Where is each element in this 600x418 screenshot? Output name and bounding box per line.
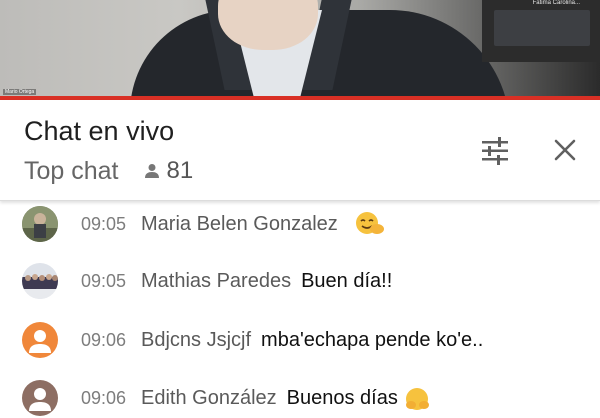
message-time: 09:06 — [81, 387, 127, 408]
chat-mode-selector[interactable]: Top chat — [24, 157, 119, 186]
message-content: Bdjcns Jsjcjf mba'echapa pende ko'e.. — [141, 329, 483, 352]
message-content: Edith González Buenos días — [141, 385, 436, 411]
message-text: Buenos días — [286, 386, 398, 409]
chat-message: 09:05 Maria Belen Gonzalez — [0, 204, 600, 244]
message-author[interactable]: Maria Belen Gonzalez — [141, 213, 338, 236]
message-text: mba'echapa pende ko'e.. — [261, 328, 484, 351]
participant-thumbnail-video — [494, 10, 590, 46]
message-content: Mathias Paredes Buen día!! — [141, 270, 392, 293]
hugging-face-icon — [405, 388, 429, 410]
group-photo-avatar-icon — [22, 263, 58, 299]
message-content: Maria Belen Gonzalez — [141, 211, 386, 237]
viewer-count: 81 — [143, 157, 194, 185]
message-text: Buen día!! — [301, 269, 393, 292]
user-avatar[interactable] — [22, 380, 58, 416]
message-time: 09:05 — [81, 270, 127, 291]
participant-name: Fatima Carolina... — [532, 0, 580, 6]
message-time: 09:05 — [81, 213, 127, 234]
smiling-face-with-hands-icon — [355, 212, 384, 234]
viewer-count-value: 81 — [166, 157, 194, 184]
default-user-avatar-icon — [29, 330, 51, 353]
message-author[interactable]: Bdjcns Jsjcjf — [141, 329, 251, 352]
speaker-name-tag: Mario Ortega — [3, 89, 37, 95]
chat-mode-row: Top chat 81 — [24, 156, 193, 186]
default-user-avatar-icon — [29, 388, 51, 411]
chat-message: 09:06 Edith González Buenos días — [0, 378, 600, 418]
message-time: 09:06 — [81, 329, 127, 350]
live-video-player[interactable]: Fatima Carolina... Mario Ortega — [0, 0, 600, 97]
chat-message-list[interactable]: 09:05 Maria Belen Gonzalez 09:05 Mathias… — [0, 201, 600, 416]
close-chat-button[interactable] — [549, 134, 581, 166]
user-avatar[interactable] — [22, 322, 58, 358]
message-author[interactable]: Edith González — [141, 387, 277, 410]
tune-icon — [482, 137, 508, 165]
chat-header: Chat en vivo Top chat 81 — [0, 100, 600, 201]
chat-settings-button[interactable] — [479, 136, 511, 166]
person-icon — [144, 164, 159, 178]
user-avatar[interactable] — [22, 263, 58, 299]
close-icon — [554, 139, 576, 161]
chat-title: Chat en vivo — [24, 116, 175, 146]
chat-message: 09:05 Mathias Paredes Buen día!! — [0, 261, 600, 301]
message-author[interactable]: Mathias Paredes — [141, 270, 291, 293]
photo-avatar-icon — [22, 206, 58, 242]
chat-message: 09:06 Bdjcns Jsjcjf mba'echapa pende ko'… — [0, 320, 600, 360]
user-avatar[interactable] — [22, 206, 58, 242]
participant-thumbnail: Fatima Carolina... — [482, 0, 600, 62]
